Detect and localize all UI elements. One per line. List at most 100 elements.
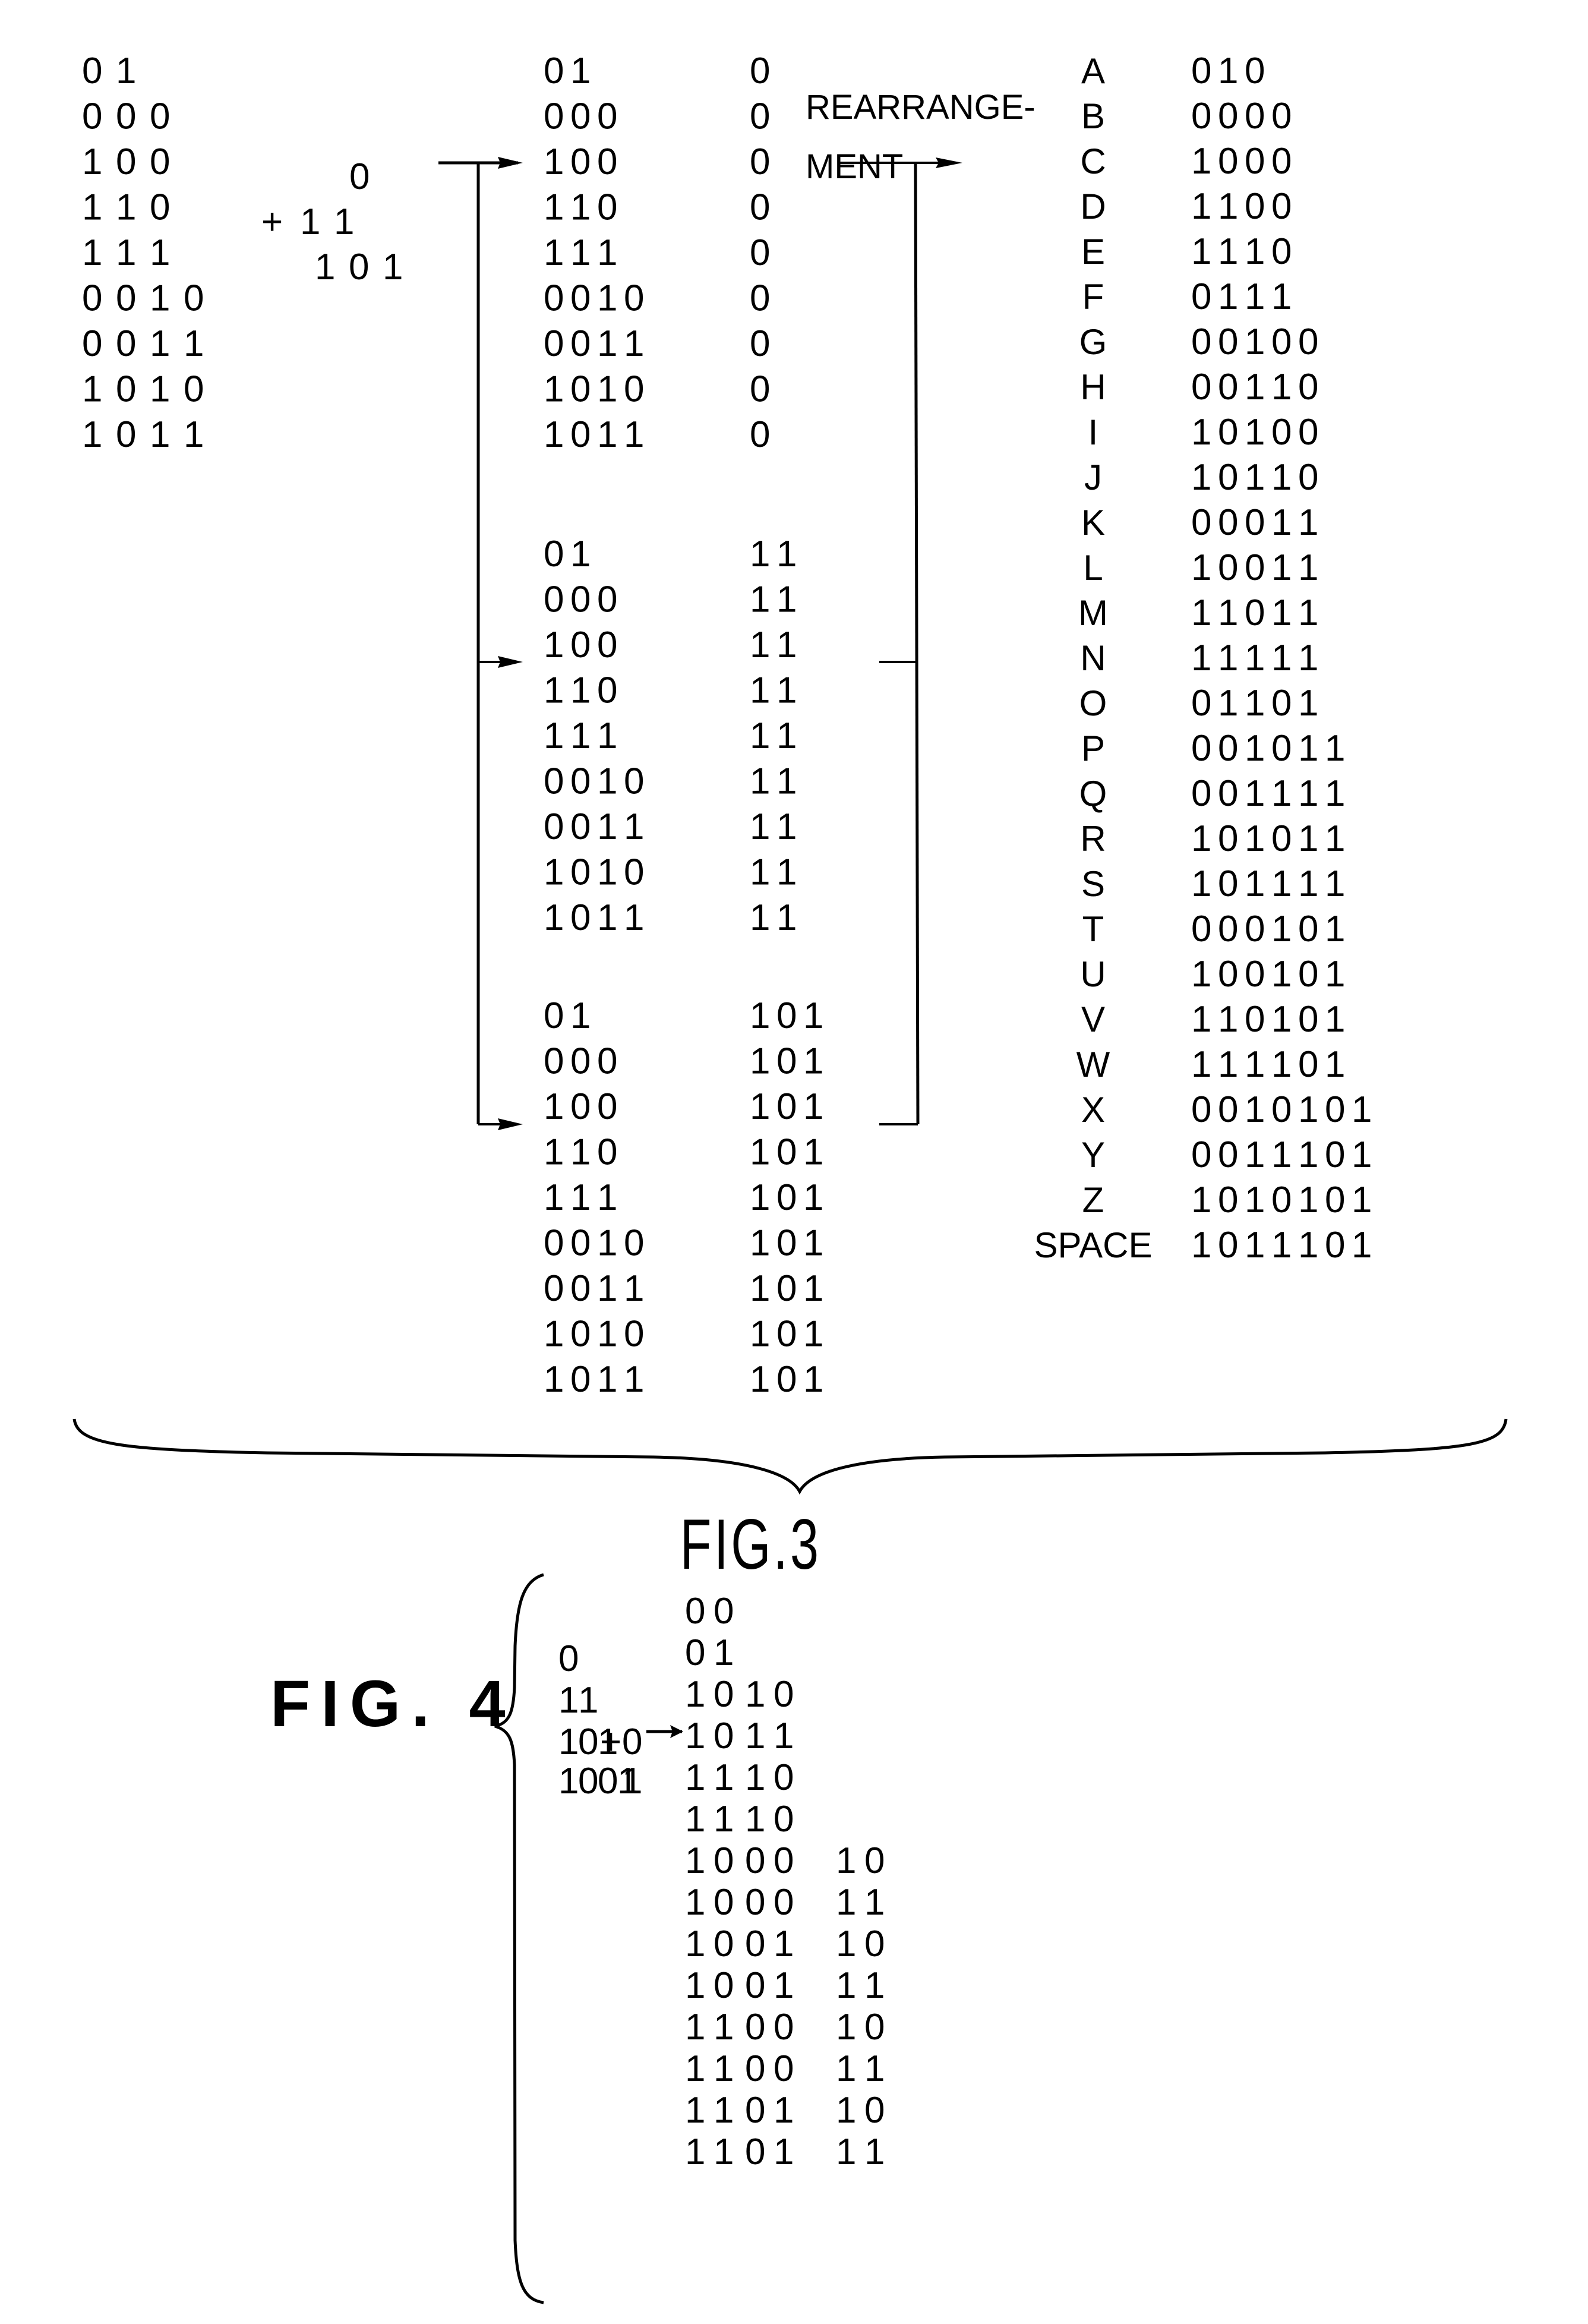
bit: 0 xyxy=(1271,231,1292,272)
code-table-code: 010 xyxy=(1191,51,1265,92)
code-table-row: SPACE 1 0 1 1 1 0 1 xyxy=(1034,1225,1372,1266)
fig3-group-prefix: 1011 xyxy=(544,897,644,938)
bit: 0 xyxy=(1191,276,1211,317)
bit: 0 xyxy=(570,278,591,319)
bit: 0 xyxy=(82,51,102,92)
bit: 1 xyxy=(836,1882,856,1923)
code-table-character: N xyxy=(1080,638,1106,678)
bit: 1 xyxy=(774,2090,794,2131)
fig4-added-bit: 0 xyxy=(622,1721,642,1762)
bit: 1 xyxy=(558,1761,579,1802)
bit: 0 xyxy=(1298,321,1318,362)
character-code-table: A 0 1 0B 0 0 0 0C 1 0 0 0D 1 1 0 0E 1 1 1 0F 0 1 1 1G 0 0 1 0 0H 0 0 1 1… xyxy=(1034,51,1372,1266)
bit: 0 xyxy=(714,1923,734,1964)
fig4-output-cell: 11 xyxy=(836,1965,885,2006)
bit: 1 xyxy=(750,852,770,893)
bit: 0 xyxy=(1245,592,1265,633)
fig4-output-cell: 10 xyxy=(836,1840,885,1881)
bit: 1 xyxy=(1245,863,1265,904)
bit: 1 xyxy=(750,1086,770,1127)
bit: 1 xyxy=(1218,999,1238,1040)
fig3-group-suffix: 0 xyxy=(750,51,770,92)
bit: 0 xyxy=(1218,502,1238,543)
bit: 0 xyxy=(774,1799,794,1840)
bit: 0 xyxy=(570,1223,591,1264)
bit: 1 xyxy=(750,995,770,1036)
code-table-code: 110101 xyxy=(1191,999,1345,1040)
bit: 0 xyxy=(570,625,591,666)
bit: 0 xyxy=(349,247,369,288)
bit: 1 xyxy=(1271,1225,1292,1266)
bit: 0 xyxy=(776,1086,797,1127)
code-table-character: P xyxy=(1081,729,1105,768)
bit: 1 xyxy=(1245,773,1265,814)
fig3-group-prefix: 100 xyxy=(544,141,617,182)
bit: 1 xyxy=(150,323,170,364)
fig3-group-prefix: 1011 xyxy=(544,414,644,455)
fig4-added-bit-list: 01 xyxy=(622,1721,642,1802)
fig4-output-row: 100011 xyxy=(685,1882,885,1923)
fig3-group-suffix: 101 xyxy=(750,1268,823,1309)
fig4-output-cell: 11 xyxy=(836,2131,885,2172)
bit: 0 xyxy=(116,141,136,182)
bit: 1 xyxy=(864,1882,885,1923)
bit: 0 xyxy=(570,414,591,455)
bit: 0 xyxy=(150,141,170,182)
bit: 0 xyxy=(776,1177,797,1218)
bit: 0 xyxy=(745,1965,765,2006)
bit: 1 xyxy=(544,852,564,893)
bit: 1 xyxy=(1352,1134,1372,1175)
bit: 0 xyxy=(597,1041,617,1082)
code-table-character: T xyxy=(1082,909,1104,949)
bit: 1 xyxy=(116,51,136,92)
bit: 1 xyxy=(1218,638,1238,679)
bit: 1 xyxy=(624,1359,644,1400)
code-table-character: V xyxy=(1081,999,1105,1039)
bit: 1 xyxy=(776,806,797,847)
fig3-group-prefix: 111 xyxy=(544,1177,617,1218)
bit: 0 xyxy=(1218,412,1238,453)
bit: 0 xyxy=(1271,818,1292,859)
code-table-character: D xyxy=(1080,187,1106,226)
bit: 0 xyxy=(570,1314,591,1355)
bit: 1 xyxy=(1325,1044,1345,1085)
bit: 1 xyxy=(1298,502,1318,543)
bit: 0 xyxy=(685,1591,705,1632)
bit: 0 xyxy=(544,579,564,620)
fig3-group-prefix: 1010 xyxy=(544,369,644,410)
fig3-input-code: 01 xyxy=(82,51,136,92)
bit: 0 xyxy=(750,96,770,137)
bit: 0 xyxy=(597,96,617,137)
bit: 1 xyxy=(685,1799,705,1840)
code-table-character: M xyxy=(1078,593,1108,633)
fig3-group-suffix: 0 xyxy=(750,278,770,319)
fig4-output-cell: 00 xyxy=(745,2048,794,2089)
code-table-row: Y0011101 xyxy=(1081,1134,1372,1175)
bit: 1 xyxy=(864,2131,885,2172)
bit: 0 xyxy=(544,278,564,319)
bit: 1 xyxy=(150,369,170,410)
bit: 0 xyxy=(750,187,770,228)
code-table-code: 1010101 xyxy=(1191,1180,1372,1221)
code-table-code: 0000 xyxy=(1191,96,1292,137)
bit: 1 xyxy=(1191,412,1211,453)
fig3-added-suffix-list: 01 11 0 1 xyxy=(300,156,403,288)
bit: 1 xyxy=(558,1721,579,1762)
bit: 1 xyxy=(1245,728,1265,769)
bit: 1 xyxy=(803,1223,823,1264)
bit: 0 xyxy=(1218,1180,1238,1221)
fig4-output-cell: 11 xyxy=(836,1882,885,1923)
bit: 0 xyxy=(864,1923,885,1964)
bit: 1 xyxy=(544,1177,564,1218)
fig3-caption: FIG.3 xyxy=(680,1505,822,1584)
code-table-row: R101011 xyxy=(1080,818,1345,859)
bit: 0 xyxy=(116,323,136,364)
bit: 0 xyxy=(570,806,591,847)
code-table-character: Q xyxy=(1079,774,1107,813)
code-table-code: 001111 xyxy=(1191,773,1345,814)
code-table-code: 10110 xyxy=(1191,457,1318,498)
bit: 0 xyxy=(570,323,591,364)
fig4-output-cell: 10 xyxy=(685,1716,734,1757)
code-table-code: 0111 xyxy=(1191,276,1292,317)
bit: 0 xyxy=(745,2131,765,2172)
